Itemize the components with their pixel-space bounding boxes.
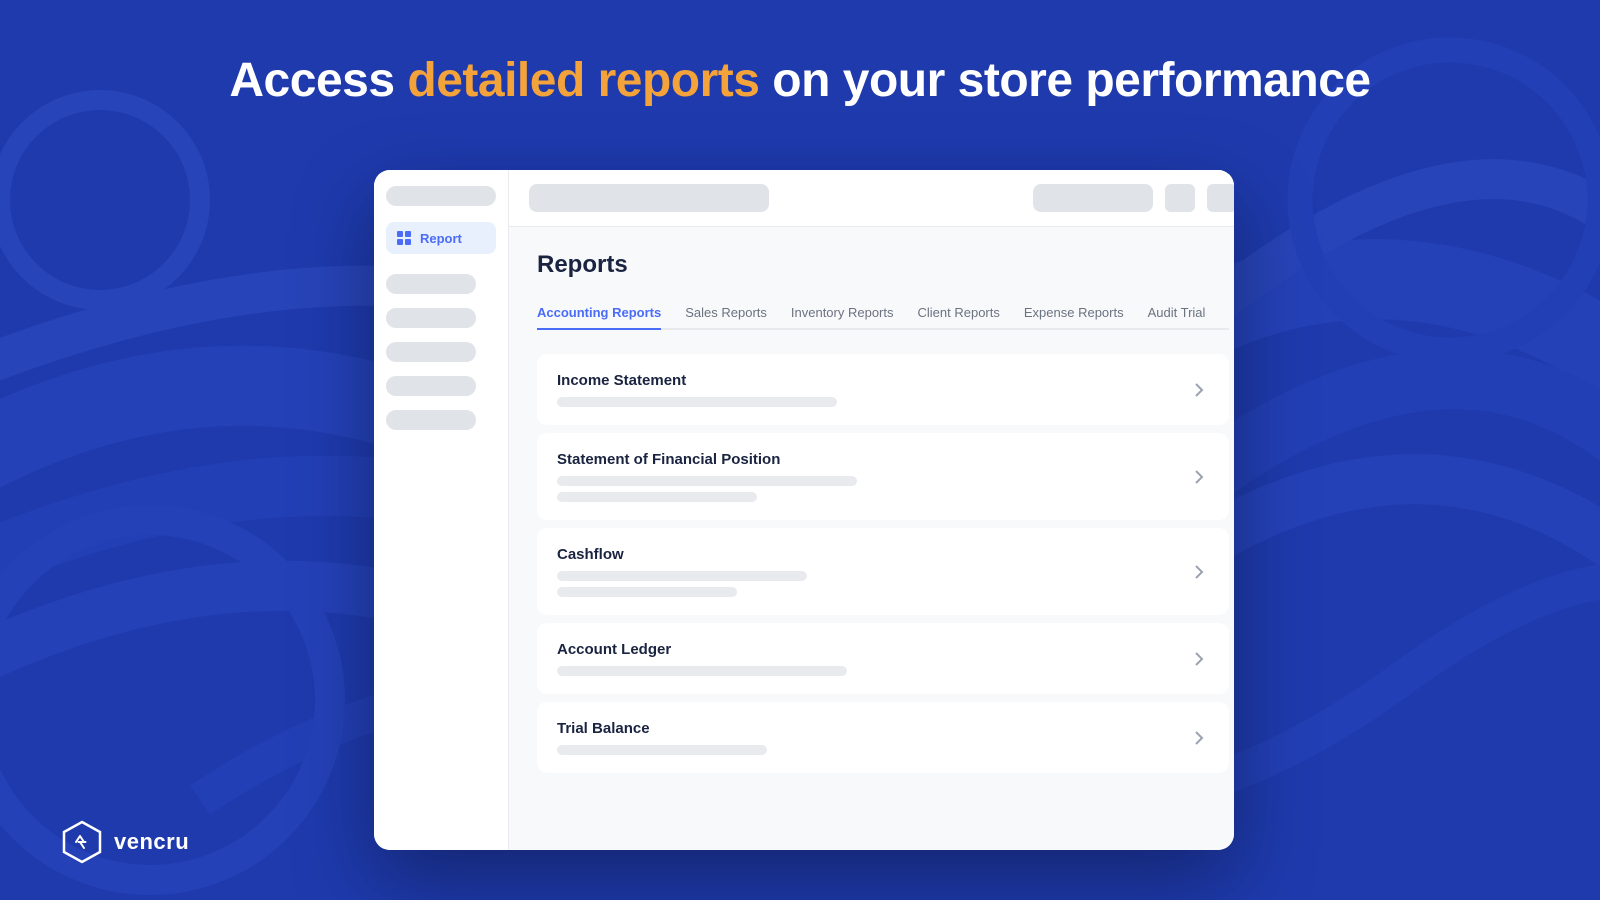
sk-line-2 [557,492,757,502]
tab-expense-reports[interactable]: Expense Reports [1024,297,1124,330]
chevron-right-icon [1189,728,1209,748]
main-content: Reports Accounting Reports Sales Reports… [509,170,1234,850]
report-item-income-statement[interactable]: Income Statement [537,354,1229,425]
hero-title-suffix: on your store performance [759,54,1370,107]
tabs-bar: Accounting Reports Sales Reports Invento… [537,297,1229,330]
report-item-title: Account Ledger [557,641,1189,658]
report-item-title: Trial Balance [557,720,1189,737]
grid-icon [396,230,412,246]
tab-sales-reports[interactable]: Sales Reports [685,297,767,330]
sidebar-sk-3 [386,342,476,362]
hero-title-prefix: Access [229,54,407,107]
report-skeleton-lines [557,666,1189,676]
chevron-right-icon [1189,467,1209,487]
sk-line-1 [557,745,767,755]
report-item-trial-balance[interactable]: Trial Balance [537,702,1229,773]
sidebar-item-label: Report [420,231,462,246]
logo-icon [60,820,104,864]
sk-line-1 [557,397,837,407]
sidebar: Report [374,170,509,850]
report-item-left: Income Statement [557,372,1189,407]
sidebar-skeleton-list [386,274,496,430]
sk-line-1 [557,571,807,581]
report-item-account-ledger[interactable]: Account Ledger [537,623,1229,694]
sidebar-skeleton-top [386,186,496,206]
tab-accounting-reports[interactable]: Accounting Reports [537,297,661,330]
logo: vencru [60,820,189,864]
report-item-title: Statement of Financial Position [557,451,1189,468]
report-item-left: Statement of Financial Position [557,451,1189,502]
tab-inventory-reports[interactable]: Inventory Reports [791,297,894,330]
chevron-right-icon [1189,380,1209,400]
sidebar-sk-1 [386,274,476,294]
report-skeleton-lines [557,745,1189,755]
report-item-left: Account Ledger [557,641,1189,676]
hero-title: Access detailed reports on your store pe… [0,52,1600,110]
report-item-left: Cashflow [557,546,1189,597]
sidebar-item-report[interactable]: Report [386,222,496,254]
tab-client-reports[interactable]: Client Reports [918,297,1000,330]
tab-audit-trial[interactable]: Audit Trial [1148,297,1206,330]
topbar-icon-1 [1165,184,1195,212]
sidebar-sk-4 [386,376,476,396]
page-body: Reports Accounting Reports Sales Reports… [509,227,1234,850]
report-skeleton-lines [557,476,1189,502]
sidebar-sk-2 [386,308,476,328]
report-item-left: Trial Balance [557,720,1189,755]
report-item-title: Income Statement [557,372,1189,389]
topbar-search-skeleton [529,184,769,212]
report-item-cashflow[interactable]: Cashflow [537,528,1229,615]
topbar-action-skeleton [1033,184,1153,212]
app-window: Report Reports Accounting Reports Sales … [374,170,1234,850]
topbar-icon-2 [1207,184,1234,212]
chevron-right-icon [1189,649,1209,669]
logo-text: vencru [114,829,189,855]
sk-line-1 [557,476,857,486]
sk-line-1 [557,666,847,676]
report-skeleton-lines [557,397,1189,407]
report-item-financial-position[interactable]: Statement of Financial Position [537,433,1229,520]
sidebar-sk-5 [386,410,476,430]
hero-title-highlight: detailed reports [407,54,759,107]
report-skeleton-lines [557,571,1189,597]
report-list: Income Statement Statement of Fina [537,354,1229,781]
chevron-right-icon [1189,562,1209,582]
page-title: Reports [537,251,1229,279]
sk-line-2 [557,587,737,597]
report-item-title: Cashflow [557,546,1189,563]
topbar [509,170,1234,227]
